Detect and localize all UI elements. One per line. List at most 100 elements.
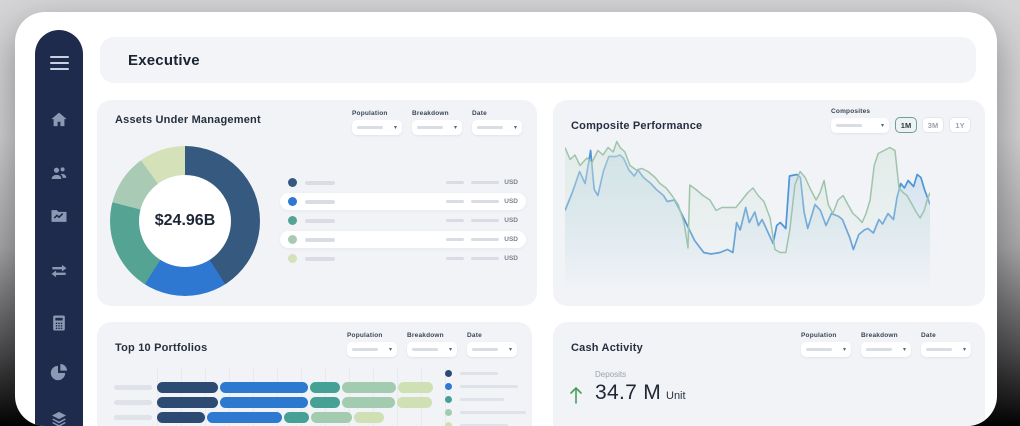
aum-filters: Population▾ Breakdown ▾ Date ▾ [352, 110, 522, 135]
bar-segment [342, 397, 395, 408]
chart-folder-icon[interactable] [48, 205, 70, 227]
legend-name-placeholder [305, 200, 335, 204]
legend-row [445, 422, 526, 426]
home-icon[interactable] [48, 109, 70, 131]
currency-label: USD [504, 198, 518, 205]
currency-label: USD [504, 179, 518, 186]
filter-label: Date [472, 110, 522, 117]
legend-dot [288, 178, 297, 187]
page-title: Executive [128, 52, 200, 69]
calculator-icon[interactable] [48, 312, 70, 334]
metric-value: 34.7 M [595, 381, 661, 405]
filter-select[interactable]: ▾ [801, 342, 851, 357]
layers-icon[interactable] [48, 408, 70, 426]
legend-name-placeholder [460, 411, 526, 414]
filter-select[interactable]: ▾ [861, 342, 911, 357]
row-label-placeholder [114, 400, 152, 405]
legend-name-placeholder [305, 257, 335, 261]
legend-name-placeholder [460, 398, 504, 401]
card-assets-under-management: Assets Under Management Population▾ Break… [97, 100, 537, 306]
card-top-10-portfolios: Top 10 Portfolios Population▾Breakdown▾D… [97, 322, 532, 426]
filter-label: Breakdown [412, 110, 462, 117]
legend-dot [288, 216, 297, 225]
filter-date: Date ▾ [921, 332, 971, 357]
select-placeholder [477, 126, 503, 129]
filter-select[interactable]: ▾ [467, 342, 517, 357]
legend-value-placeholder [471, 257, 499, 260]
select-placeholder [417, 126, 443, 129]
composites-select[interactable]: ▾ [831, 118, 889, 133]
donut-center: $24.96B [139, 175, 231, 267]
legend-row: USD [280, 212, 526, 229]
bar-segment [284, 412, 309, 423]
legend-name-placeholder [305, 238, 335, 242]
filter-breakdown: Breakdown ▾ [407, 332, 457, 357]
filter-select[interactable]: ▾ [347, 342, 397, 357]
select-placeholder [357, 126, 383, 129]
range-button-3m[interactable]: 3M [922, 117, 944, 133]
filter-label: Breakdown [407, 332, 457, 339]
bar-segment [397, 397, 432, 408]
legend-value-placeholder [471, 219, 499, 222]
row-label-placeholder [114, 385, 152, 390]
legend-dot [288, 254, 297, 263]
bar-segment [220, 397, 308, 408]
legend-row: USD [280, 174, 526, 191]
filter-breakdown: Breakdown ▾ [412, 110, 462, 135]
transfer-arrows-icon[interactable] [48, 260, 70, 282]
select-placeholder [472, 348, 498, 351]
range-button-1m[interactable]: 1M [895, 117, 917, 133]
card-title: Composite Performance [571, 120, 702, 132]
chevron-down-icon: ▾ [449, 347, 452, 353]
filter-date: Date▾ [467, 332, 517, 357]
legend-value-placeholder [471, 238, 499, 241]
legend-dot [445, 370, 452, 377]
select-placeholder [806, 348, 832, 351]
filter-select[interactable]: ▾ [412, 120, 462, 135]
metric-label: Deposits [595, 370, 686, 379]
metric-unit: Unit [666, 390, 686, 402]
chevron-down-icon: ▾ [394, 125, 397, 131]
filter-select[interactable]: ▾ [472, 120, 522, 135]
bar-segment [310, 397, 340, 408]
donut-legend: USD USD USD USD USD [280, 174, 526, 267]
legend-name-placeholder [460, 372, 498, 375]
menu-icon[interactable] [48, 52, 70, 74]
chevron-down-icon: ▾ [509, 347, 512, 353]
legend-row: USD [280, 250, 526, 267]
filter-select[interactable]: ▾ [352, 120, 402, 135]
filter-label: Population [801, 332, 851, 339]
bar-segment [398, 382, 433, 393]
legend-dot [445, 409, 452, 416]
chevron-down-icon: ▾ [881, 123, 884, 129]
filter-label: Breakdown [861, 332, 911, 339]
currency-label: USD [504, 236, 518, 243]
chevron-down-icon: ▾ [514, 125, 517, 131]
bar-segment [310, 382, 340, 393]
select-placeholder [412, 348, 438, 351]
legend-row: USD [280, 193, 526, 210]
bar-segment [311, 412, 352, 423]
card-title: Assets Under Management [115, 114, 261, 126]
bar-chart-legend [445, 370, 526, 426]
range-button-1y[interactable]: 1Y [949, 117, 971, 133]
bar-segment [354, 412, 384, 423]
card-cash-activity: Cash Activity Population▾Breakdown▾Date▾… [553, 322, 985, 426]
arrow-up-icon [569, 386, 583, 404]
filter-population: Population▾ [352, 110, 402, 135]
filter-label: Date [921, 332, 971, 339]
filter-select[interactable]: ▾ [921, 342, 971, 357]
pie-chart-icon[interactable] [48, 361, 70, 383]
card-composite-performance: Composite Performance Composites ▾ 1M 3M 1… [553, 100, 985, 306]
legend-value-placeholder [471, 181, 499, 184]
users-icon[interactable] [48, 162, 70, 184]
select-placeholder [926, 348, 952, 351]
filter-select[interactable]: ▾ [407, 342, 457, 357]
legend-name-placeholder [305, 219, 335, 223]
legend-name-placeholder [305, 181, 335, 185]
legend-dot [288, 197, 297, 206]
composites-filter: Composites ▾ [831, 108, 889, 133]
cash-filters: Population ▾ Breakdown ▾ Date ▾ [801, 332, 971, 357]
legend-value-placeholder [446, 181, 464, 184]
legend-row: USD [280, 231, 526, 248]
